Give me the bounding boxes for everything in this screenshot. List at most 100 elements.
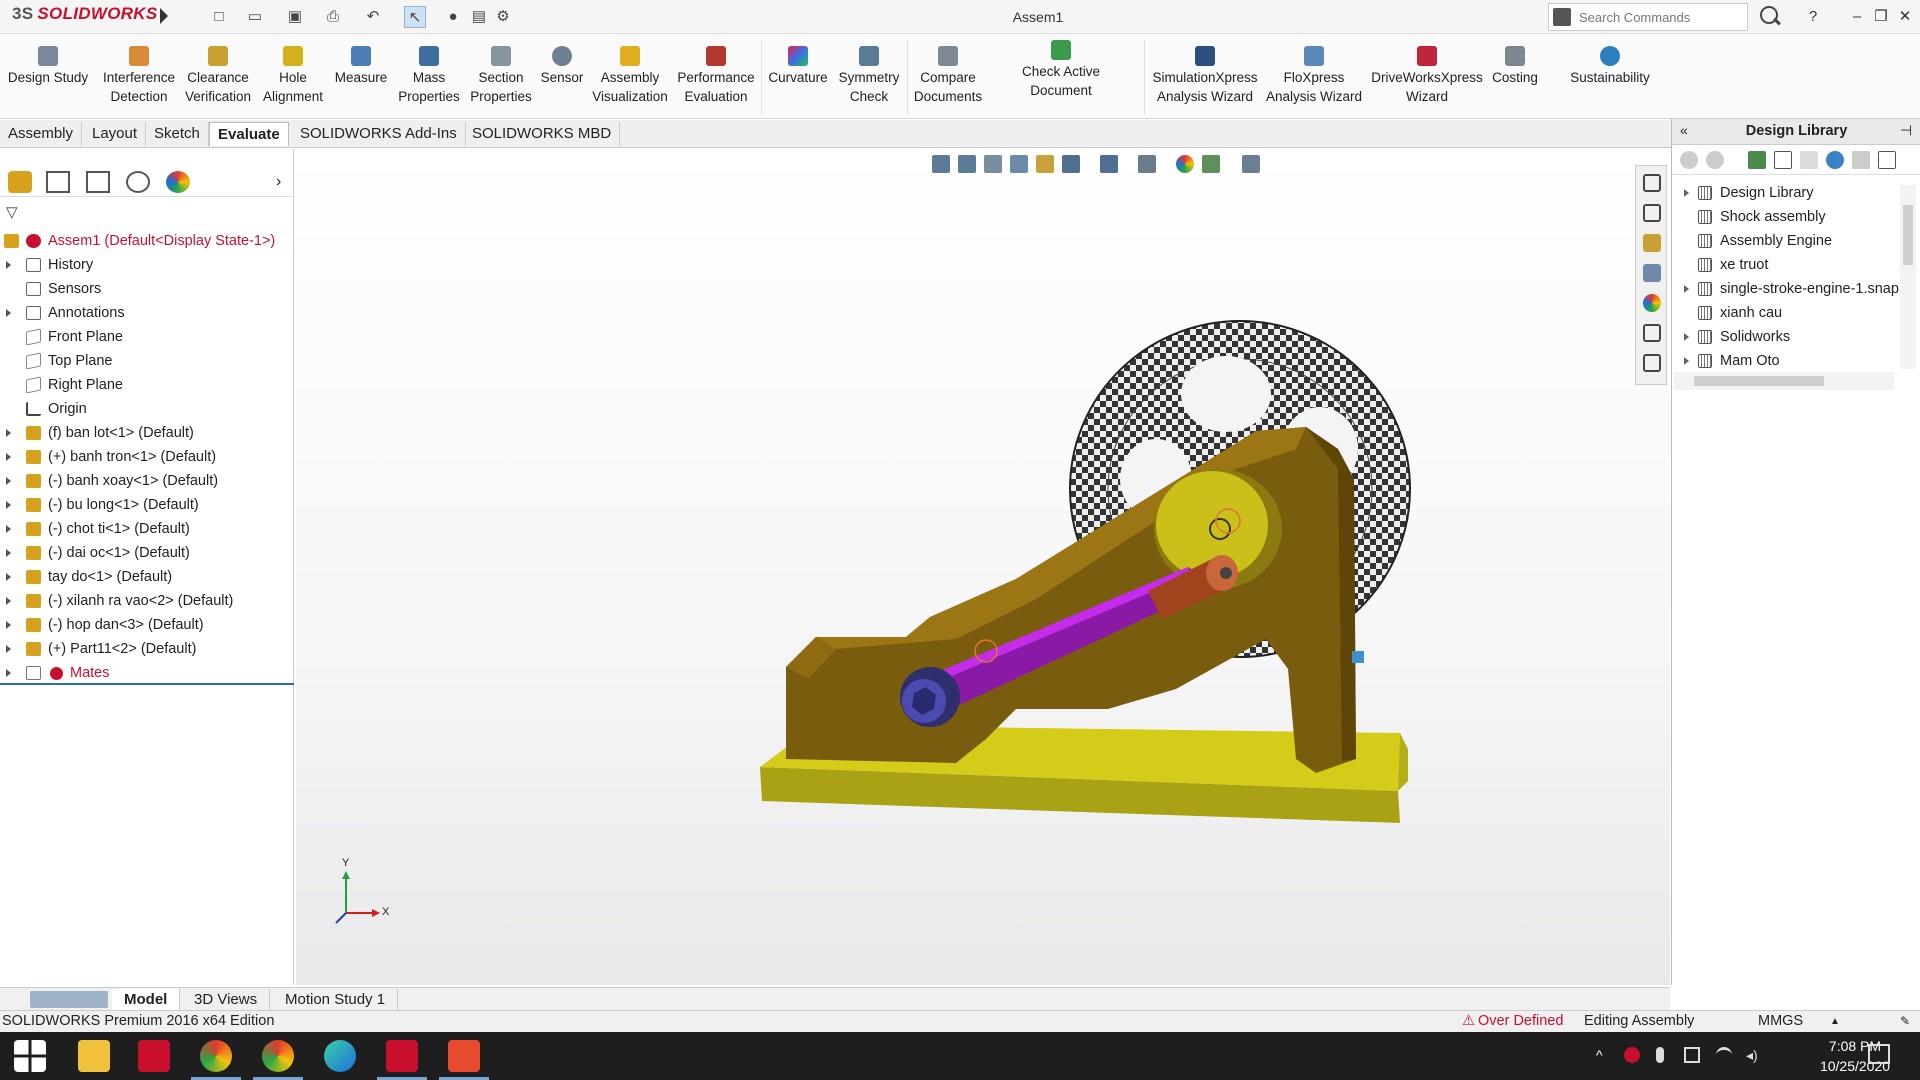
tab-motion-study[interactable]: Motion Study 1 — [273, 989, 399, 1010]
library-item[interactable]: Mam Oto — [1672, 349, 1910, 373]
graphics-area[interactable]: Y X — [296, 149, 1670, 985]
tab-navigation-arrows[interactable] — [30, 991, 108, 1008]
tree-item-annotations[interactable]: Annotations — [0, 301, 294, 325]
notifications-icon[interactable] — [1868, 1044, 1890, 1064]
file-explorer-taskbar-icon[interactable] — [78, 1040, 110, 1072]
search-scope-icon[interactable] — [1553, 8, 1571, 26]
tree-item-part[interactable]: (+) banh tron<1> (Default) — [0, 445, 294, 469]
bolt-head[interactable] — [900, 667, 960, 727]
check-active-document-button[interactable]: Check Active Document — [990, 40, 1132, 100]
tab-sketch[interactable]: Sketch — [146, 122, 209, 146]
expand-icon[interactable] — [6, 669, 11, 677]
design-study-button[interactable]: Design Study — [6, 46, 90, 87]
battery-icon[interactable] — [1684, 1047, 1700, 1063]
tree-item-history[interactable]: History — [0, 253, 294, 277]
library-item[interactable]: xe truot — [1672, 253, 1910, 277]
chrome-profile-icon[interactable] — [253, 1040, 303, 1080]
restore-button[interactable]: ❐ — [1870, 6, 1892, 28]
library-vertical-scrollbar[interactable] — [1900, 185, 1916, 369]
feature-manager-tab-icon[interactable] — [8, 171, 32, 193]
expand-icon[interactable] — [6, 309, 11, 317]
solidworks-taskbar-icon[interactable] — [377, 1040, 427, 1080]
tree-item-part[interactable]: (-) dai oc<1> (Default) — [0, 541, 294, 565]
expand-icon[interactable] — [1684, 333, 1689, 341]
driveworksxpress-button[interactable]: DriveWorksXpress Wizard — [1366, 46, 1488, 106]
create-new-folder-icon[interactable] — [1800, 151, 1818, 169]
up-one-level-icon[interactable] — [1852, 151, 1870, 169]
forward-icon[interactable] — [1706, 151, 1724, 169]
tree-item-part[interactable]: (-) banh xoay<1> (Default) — [0, 469, 294, 493]
expand-icon[interactable] — [1684, 285, 1689, 293]
pin-icon[interactable]: ⊣ — [1900, 122, 1912, 139]
search-icon[interactable] — [1758, 4, 1782, 28]
units-dropdown-icon[interactable]: ▲ — [1830, 1011, 1840, 1032]
design-library-icon[interactable] — [1643, 204, 1661, 222]
dimxpert-tab-icon[interactable] — [126, 171, 150, 193]
expand-icon[interactable] — [6, 621, 11, 629]
compare-documents-button[interactable]: Compare Documents — [910, 46, 986, 106]
chevron-right-icon[interactable]: › — [276, 173, 281, 191]
tree-item-mates[interactable]: Mates — [0, 661, 294, 685]
selection-handle[interactable] — [1352, 651, 1364, 663]
custom-properties-icon[interactable] — [1643, 324, 1661, 342]
tree-item-front-plane[interactable]: Front Plane — [0, 325, 294, 349]
tab-solidworks-mbd[interactable]: SOLIDWORKS MBD — [464, 122, 621, 146]
chrome-icon[interactable] — [191, 1040, 241, 1080]
customize-status-icon[interactable]: ✎ — [1900, 1011, 1910, 1032]
performance-evaluation-button[interactable]: Performance Evaluation — [674, 46, 758, 106]
sensor-button[interactable]: Sensor — [538, 46, 586, 87]
tab-layout[interactable]: Layout — [84, 122, 147, 146]
app-taskbar-icon[interactable] — [138, 1040, 170, 1072]
scroll-thumb[interactable] — [1694, 376, 1824, 386]
assembly-visualization-button[interactable]: Assembly Visualization — [590, 46, 670, 106]
expand-icon[interactable] — [6, 573, 11, 581]
property-manager-tab-icon[interactable] — [46, 171, 70, 193]
forum-icon[interactable] — [1643, 354, 1661, 372]
configuration-manager-tab-icon[interactable] — [86, 171, 110, 193]
camtasia-icon[interactable] — [439, 1040, 489, 1080]
expand-icon[interactable] — [6, 645, 11, 653]
minimize-button[interactable]: – — [1846, 6, 1868, 28]
expand-icon[interactable] — [1684, 189, 1689, 197]
tray-app-icon[interactable] — [1624, 1047, 1640, 1063]
back-icon[interactable] — [1680, 151, 1698, 169]
floxpress-button[interactable]: FloXpress Analysis Wizard — [1264, 46, 1364, 106]
expand-icon[interactable] — [6, 429, 11, 437]
tree-item-part[interactable]: (-) bu long<1> (Default) — [0, 493, 294, 517]
symmetry-check-button[interactable]: Symmetry Check — [834, 46, 904, 106]
measure-button[interactable]: Measure — [330, 46, 392, 87]
add-to-library-icon[interactable] — [1748, 151, 1766, 169]
library-horizontal-scrollbar[interactable] — [1674, 372, 1894, 390]
sustainability-button[interactable]: Sustainability — [1560, 46, 1660, 87]
tree-item-part[interactable]: (f) ban lot<1> (Default) — [0, 421, 294, 445]
curvature-button[interactable]: Curvature — [766, 46, 830, 87]
filter-icon[interactable]: ▽ — [6, 203, 30, 221]
costing-button[interactable]: Costing — [1490, 46, 1540, 87]
library-item[interactable]: Solidworks — [1672, 325, 1910, 349]
tree-item-sensors[interactable]: Sensors — [0, 277, 294, 301]
display-manager-tab-icon[interactable] — [166, 171, 190, 193]
tree-item-right-plane[interactable]: Right Plane — [0, 373, 294, 397]
tree-item-part[interactable]: (-) xilanh ra vao<2> (Default) — [0, 589, 294, 613]
expand-icon[interactable] — [6, 549, 11, 557]
section-properties-button[interactable]: Section Properties — [466, 46, 536, 106]
tree-item-origin[interactable]: Origin — [0, 397, 294, 421]
expand-icon[interactable] — [6, 501, 11, 509]
volume-icon[interactable]: ◂) — [1746, 1047, 1762, 1063]
interference-detection-button[interactable]: Interference Detection — [96, 46, 182, 106]
tree-root-assem1[interactable]: Assem1 (Default<Display State-1>) — [0, 229, 294, 253]
assembly-model[interactable] — [296, 149, 1670, 985]
refresh-icon[interactable] — [1826, 151, 1844, 169]
expand-icon[interactable] — [6, 261, 11, 269]
simulationxpress-button[interactable]: SimulationXpress Analysis Wizard — [1148, 46, 1262, 106]
hole-alignment-button[interactable]: Hole Alignment — [258, 46, 328, 106]
expand-icon[interactable] — [6, 525, 11, 533]
expand-icon[interactable] — [1684, 357, 1689, 365]
tab-solidworks-add-ins[interactable]: SOLIDWORKS Add-Ins — [292, 122, 466, 146]
expand-icon[interactable] — [6, 453, 11, 461]
expand-icon[interactable] — [6, 477, 11, 485]
library-item[interactable]: Design Library — [1672, 181, 1910, 205]
home-icon[interactable] — [1643, 174, 1661, 192]
units-selector[interactable]: MMGS — [1758, 1011, 1803, 1032]
search-commands-field[interactable]: Search Commands — [1548, 3, 1748, 31]
